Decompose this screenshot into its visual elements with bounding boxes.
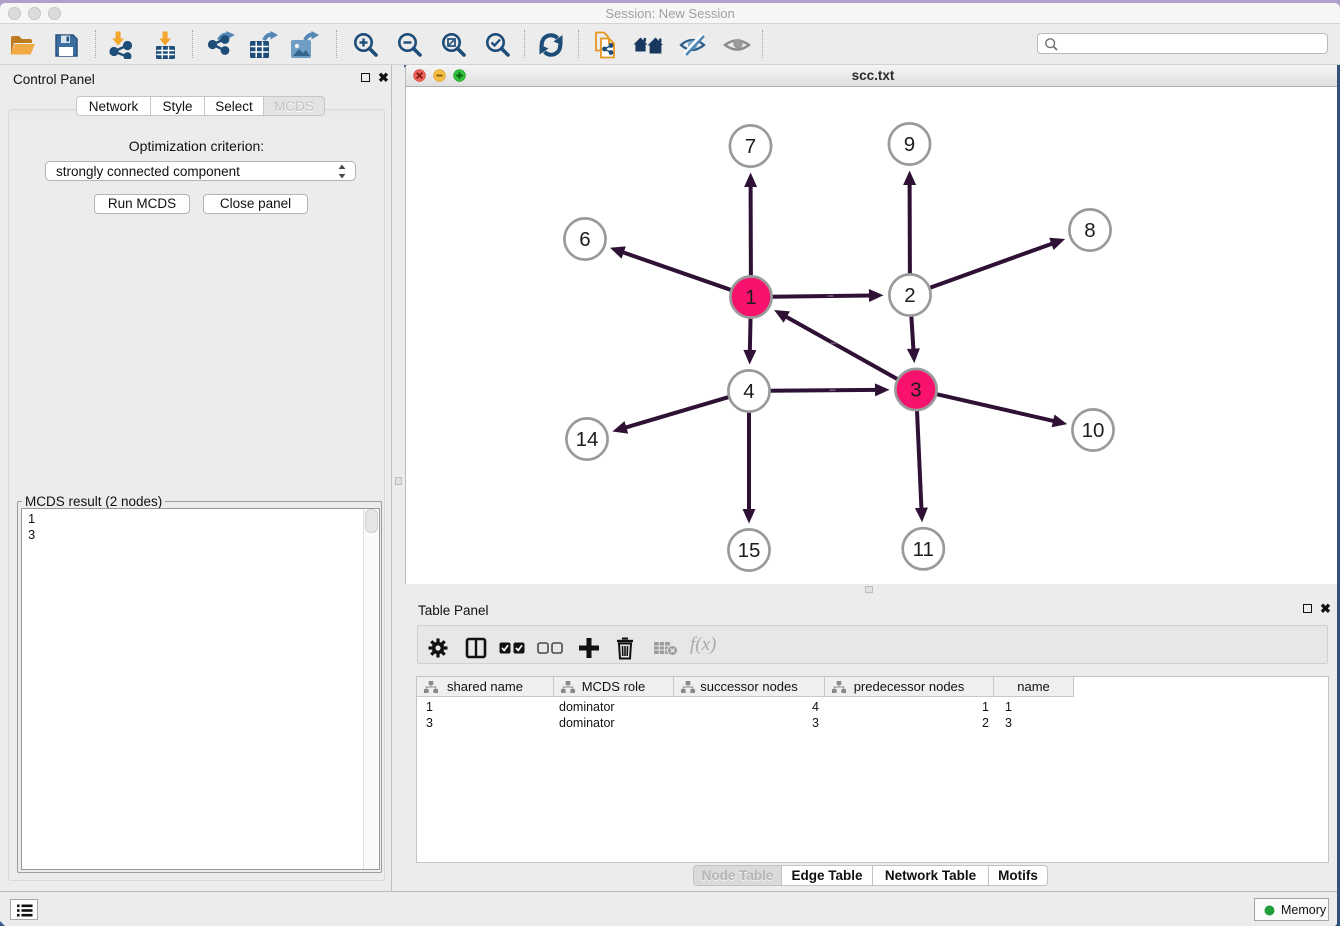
svg-text:10: 10 — [1082, 419, 1105, 442]
svg-text:1: 1 — [745, 286, 756, 309]
svg-text:9: 9 — [904, 133, 915, 156]
svg-text:2: 2 — [904, 284, 915, 307]
svg-text:8: 8 — [1084, 219, 1095, 242]
svg-text:3: 3 — [910, 379, 921, 402]
svg-text:6: 6 — [579, 228, 590, 251]
svg-text:4: 4 — [743, 380, 754, 403]
svg-text:11: 11 — [913, 538, 934, 561]
svg-text:7: 7 — [745, 135, 756, 158]
svg-text:14: 14 — [576, 428, 599, 451]
svg-text:15: 15 — [738, 539, 761, 562]
